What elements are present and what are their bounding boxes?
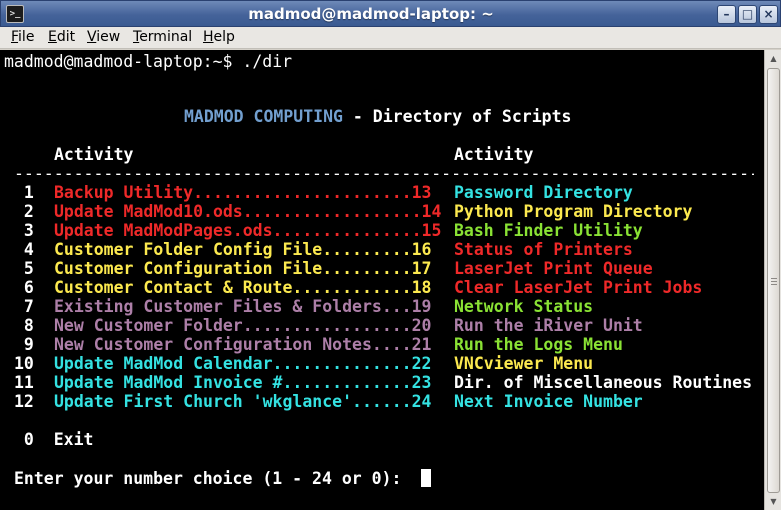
option-right-label: Password Directory	[454, 183, 633, 202]
header-divider: ----------------------------------------…	[14, 164, 754, 183]
window-titlebar[interactable]: >_ madmod@madmod-laptop: ~ – □ ×	[0, 0, 781, 27]
text-cursor	[421, 469, 432, 487]
scroll-up-icon[interactable]: ▲	[767, 52, 780, 65]
input-prompt: Enter your number choice (1 - 24 or 0):	[14, 469, 422, 488]
option-number: 5	[14, 259, 34, 278]
option-right-label: Python Program Directory	[454, 202, 693, 221]
close-icon: ×	[763, 7, 774, 21]
minimize-icon: –	[723, 7, 730, 21]
menu-file[interactable]: File	[11, 29, 34, 45]
option-right-label: Next Invoice Number	[454, 392, 643, 411]
heading-title: Directory of Scripts	[372, 107, 572, 126]
option-number: 8	[14, 316, 34, 335]
option-left-label: New Customer Configuration Notes....21	[54, 335, 432, 354]
menu-bar: File Edit View Terminal Help	[0, 27, 781, 49]
option-left-label: Update MadMod Calendar..............22	[54, 354, 432, 373]
close-button[interactable]: ×	[759, 5, 778, 24]
option-right-label: Dir. of Miscellaneous Routines	[454, 373, 753, 392]
option-number: 3	[14, 221, 34, 240]
option-number: 2	[14, 202, 34, 221]
option-left-label: Existing Customer Files & Folders...19	[54, 297, 432, 316]
option-left-label: Update MadModPages.ods...............15	[54, 221, 442, 240]
directory-heading: MADMOD COMPUTING - Directory of Scripts	[184, 107, 571, 126]
window-title: madmod@madmod-laptop: ~	[248, 5, 494, 23]
menu-terminal[interactable]: Terminal	[133, 29, 192, 45]
terminal-output[interactable]: madmod@madmod-laptop:~$ ./dir MADMOD COM…	[0, 50, 764, 510]
column-header-right: Activity	[454, 145, 534, 164]
option-number: 6	[14, 278, 34, 297]
option-left-label: New Customer Folder.................20	[54, 316, 432, 335]
minimize-button[interactable]: –	[717, 5, 736, 24]
vertical-scrollbar[interactable]: ▲ ▼	[764, 50, 781, 510]
shell-prompt: madmod@madmod-laptop:~$ ./dir	[4, 52, 293, 71]
option-right-label: Run the iRiver Unit	[454, 316, 643, 335]
exit-number: 0	[14, 430, 34, 449]
scroll-down-icon[interactable]: ▼	[767, 495, 780, 508]
option-left-label: Update MadMod Invoice #.............23	[54, 373, 432, 392]
option-number: 9	[14, 335, 34, 354]
column-header-left: Activity	[54, 145, 134, 164]
exit-option: 0 Exit	[14, 430, 94, 449]
option-number: 4	[14, 240, 34, 259]
option-left-label: Customer Folder Config File.........16	[54, 240, 432, 259]
option-right-label: LaserJet Print Queue	[454, 259, 653, 278]
option-right-label: Clear LaserJet Print Jobs	[454, 278, 703, 297]
menu-view[interactable]: View	[87, 29, 120, 45]
option-right-label: Run the Logs Menu	[454, 335, 623, 354]
option-right-label: Network Status	[454, 297, 594, 316]
option-number: 11	[14, 373, 34, 392]
option-number: 10	[14, 354, 34, 373]
heading-separator: -	[342, 107, 373, 126]
option-number: 12	[14, 392, 34, 411]
option-left-label: Backup Utility......................13	[54, 183, 432, 202]
option-left-label: Customer Configuration File.........17	[54, 259, 432, 278]
exit-label: Exit	[53, 430, 94, 449]
option-number: 1	[14, 183, 34, 202]
option-left-label: Update First Church 'wkglance'......24	[54, 392, 432, 411]
option-left-label: Customer Contact & Route............18	[54, 278, 432, 297]
option-right-label: VNCviewer Menu	[454, 354, 594, 373]
menu-help[interactable]: Help	[203, 29, 235, 45]
heading-brand: MADMOD COMPUTING	[184, 107, 343, 126]
maximize-button[interactable]: □	[738, 5, 757, 24]
input-line[interactable]: Enter your number choice (1 - 24 or 0):	[14, 469, 432, 488]
option-right-label: Bash Finder Utility	[454, 221, 643, 240]
option-left-label: Update MadMod10.ods..................14	[54, 202, 442, 221]
scrollbar-thumb[interactable]	[767, 68, 780, 493]
option-number: 7	[14, 297, 34, 316]
option-right-label: Status of Printers	[454, 240, 633, 259]
maximize-icon: □	[741, 7, 754, 21]
menu-edit[interactable]: Edit	[48, 29, 75, 45]
